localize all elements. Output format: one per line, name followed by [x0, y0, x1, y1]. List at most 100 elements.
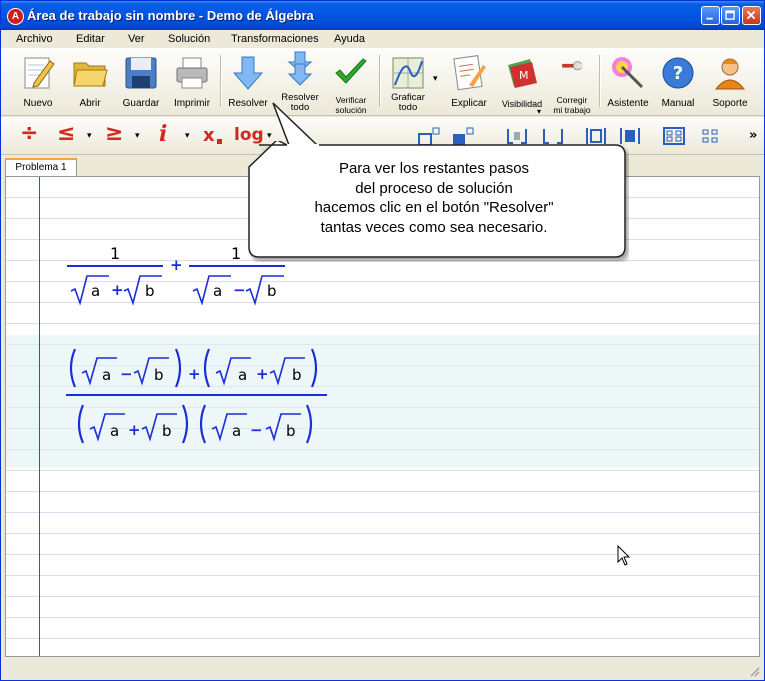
explain-document-icon: [453, 55, 486, 91]
menu-transformaciones[interactable]: Transformaciones: [231, 33, 319, 45]
explicar-button[interactable]: Explicar: [445, 51, 493, 113]
expression-2[interactable]: a − b + a + b a + b a − b: [64, 341, 334, 453]
graph-icon: [392, 57, 424, 89]
callout-pointer: [272, 102, 319, 150]
imaginary-unit-button[interactable]: i: [159, 121, 167, 147]
main-toolbar: Nuevo Abrir Guardar Imprimir Resolver Re…: [1, 48, 764, 116]
greater-equal-button[interactable]: ≥: [105, 121, 123, 146]
visibility-cards-icon: M: [508, 59, 537, 88]
graficar-label: Graficar todo: [375, 93, 441, 113]
printer-icon: [176, 57, 208, 89]
callout-line: hacemos clic en el botón "Resolver": [314, 199, 554, 216]
corregir-button[interactable]: Corregir mi trabajo: [549, 51, 595, 115]
less-equal-button[interactable]: ≤: [57, 121, 75, 146]
soporte-label: Soporte: [712, 98, 748, 109]
imaginary-dropdown[interactable]: ▾: [185, 131, 190, 141]
resize-grip-icon[interactable]: [748, 665, 760, 677]
toolbar-overflow-chevron-icon[interactable]: »: [749, 128, 757, 143]
minimize-icon: [706, 17, 713, 20]
fraction-bar: [189, 265, 285, 267]
down-arrow-icon: [232, 56, 264, 90]
status-bar: [1, 658, 764, 680]
graficar-todo-button[interactable]: Graficar todo: [385, 51, 431, 113]
save-disk-icon: [125, 57, 157, 89]
var-a: a: [91, 282, 101, 300]
menu-ver[interactable]: Ver: [128, 33, 145, 45]
maximize-button[interactable]: [721, 6, 740, 25]
var-b: b: [292, 366, 302, 384]
assistant-wand-icon: [612, 57, 644, 89]
maximize-icon: [725, 10, 735, 20]
subscript-button[interactable]: x: [203, 125, 215, 146]
verificar-line2: solución: [335, 105, 367, 115]
window-title: Área de trabajo sin nombre - Demo de Álg…: [27, 8, 314, 23]
minus-operator: −: [250, 421, 263, 439]
nuevo-button[interactable]: Nuevo: [15, 51, 61, 113]
verificar-line1: Verificar: [335, 95, 367, 105]
less-equal-dropdown[interactable]: ▾: [87, 131, 92, 141]
checkmark-icon: [335, 58, 367, 84]
var-b: b: [145, 282, 155, 300]
greater-equal-dropdown[interactable]: ▾: [135, 131, 140, 141]
abrir-button[interactable]: Abrir: [67, 51, 113, 113]
callout-line: del proceso de solución: [355, 179, 513, 197]
grid-matrix-icon[interactable]: [662, 125, 686, 147]
app-icon[interactable]: A: [7, 8, 24, 25]
plus-operator: +: [256, 365, 269, 383]
subscript-square-icon: [217, 139, 222, 144]
manual-button[interactable]: ? Manual: [655, 51, 701, 113]
visibility-glyph: M: [519, 69, 529, 82]
new-document-icon: [24, 57, 55, 89]
menu-bar: Archivo Editar Ver Solución Transformaci…: [1, 30, 764, 48]
double-down-arrow-icon: [287, 51, 313, 86]
margin-line: [39, 177, 40, 656]
plus-operator: +: [111, 281, 124, 299]
imprimir-button[interactable]: Imprimir: [169, 51, 215, 113]
support-person-icon: [714, 58, 746, 90]
menu-editar[interactable]: Editar: [76, 33, 105, 45]
divide-button[interactable]: ÷: [20, 121, 38, 146]
callout-line: Para ver los restantes pasos: [338, 160, 530, 177]
graficar-dropdown-arrow[interactable]: ▾: [433, 74, 438, 84]
close-button[interactable]: [742, 6, 761, 25]
var-b: b: [286, 422, 296, 440]
var-a: a: [213, 282, 223, 300]
numerator-2: 1: [231, 244, 242, 263]
var-a: a: [102, 366, 112, 384]
fraction-bar: [67, 265, 163, 267]
tab-problema-1[interactable]: Problema 1: [5, 158, 77, 177]
var-a: a: [110, 422, 120, 440]
menu-solucion[interactable]: Solución: [168, 33, 210, 45]
resolver-button[interactable]: Resolver: [225, 51, 271, 113]
grid-matrix-alt-icon[interactable]: [698, 125, 722, 147]
minus-operator: −: [233, 281, 246, 299]
open-folder-icon: [73, 62, 108, 87]
minus-operator: −: [120, 365, 133, 383]
mouse-cursor-icon: [617, 545, 631, 566]
help-glyph: ?: [672, 63, 684, 84]
corregir-line1: Corregir: [556, 95, 588, 105]
menu-archivo[interactable]: Archivo: [16, 33, 53, 45]
minimize-button[interactable]: [701, 6, 720, 25]
fraction-bar: [66, 394, 327, 396]
plus-operator: +: [188, 365, 201, 383]
var-b: b: [162, 422, 172, 440]
graficar-line2: todo: [398, 102, 418, 113]
var-a: a: [238, 366, 248, 384]
title-bar[interactable]: A Área de trabajo sin nombre - Demo de Á…: [1, 1, 764, 30]
verificar-button[interactable]: Verificar solución: [328, 51, 374, 115]
callout-text: Para ver los restantes pasos del proceso…: [249, 159, 619, 237]
plus-operator: +: [128, 421, 141, 439]
wrench-icon: [562, 61, 583, 71]
var-b: b: [154, 366, 164, 384]
numerator-1: 1: [110, 244, 121, 263]
guardar-button[interactable]: Guardar: [118, 51, 164, 113]
plus-operator: +: [170, 256, 183, 274]
close-icon: [746, 10, 756, 20]
soporte-button[interactable]: Soporte: [707, 51, 753, 113]
corregir-line2: mi trabajo: [553, 105, 591, 115]
menu-ayuda[interactable]: Ayuda: [334, 33, 365, 45]
var-a: a: [232, 422, 242, 440]
var-b: b: [267, 282, 277, 300]
callout-line: tantas veces como sea necesario.: [320, 218, 548, 236]
